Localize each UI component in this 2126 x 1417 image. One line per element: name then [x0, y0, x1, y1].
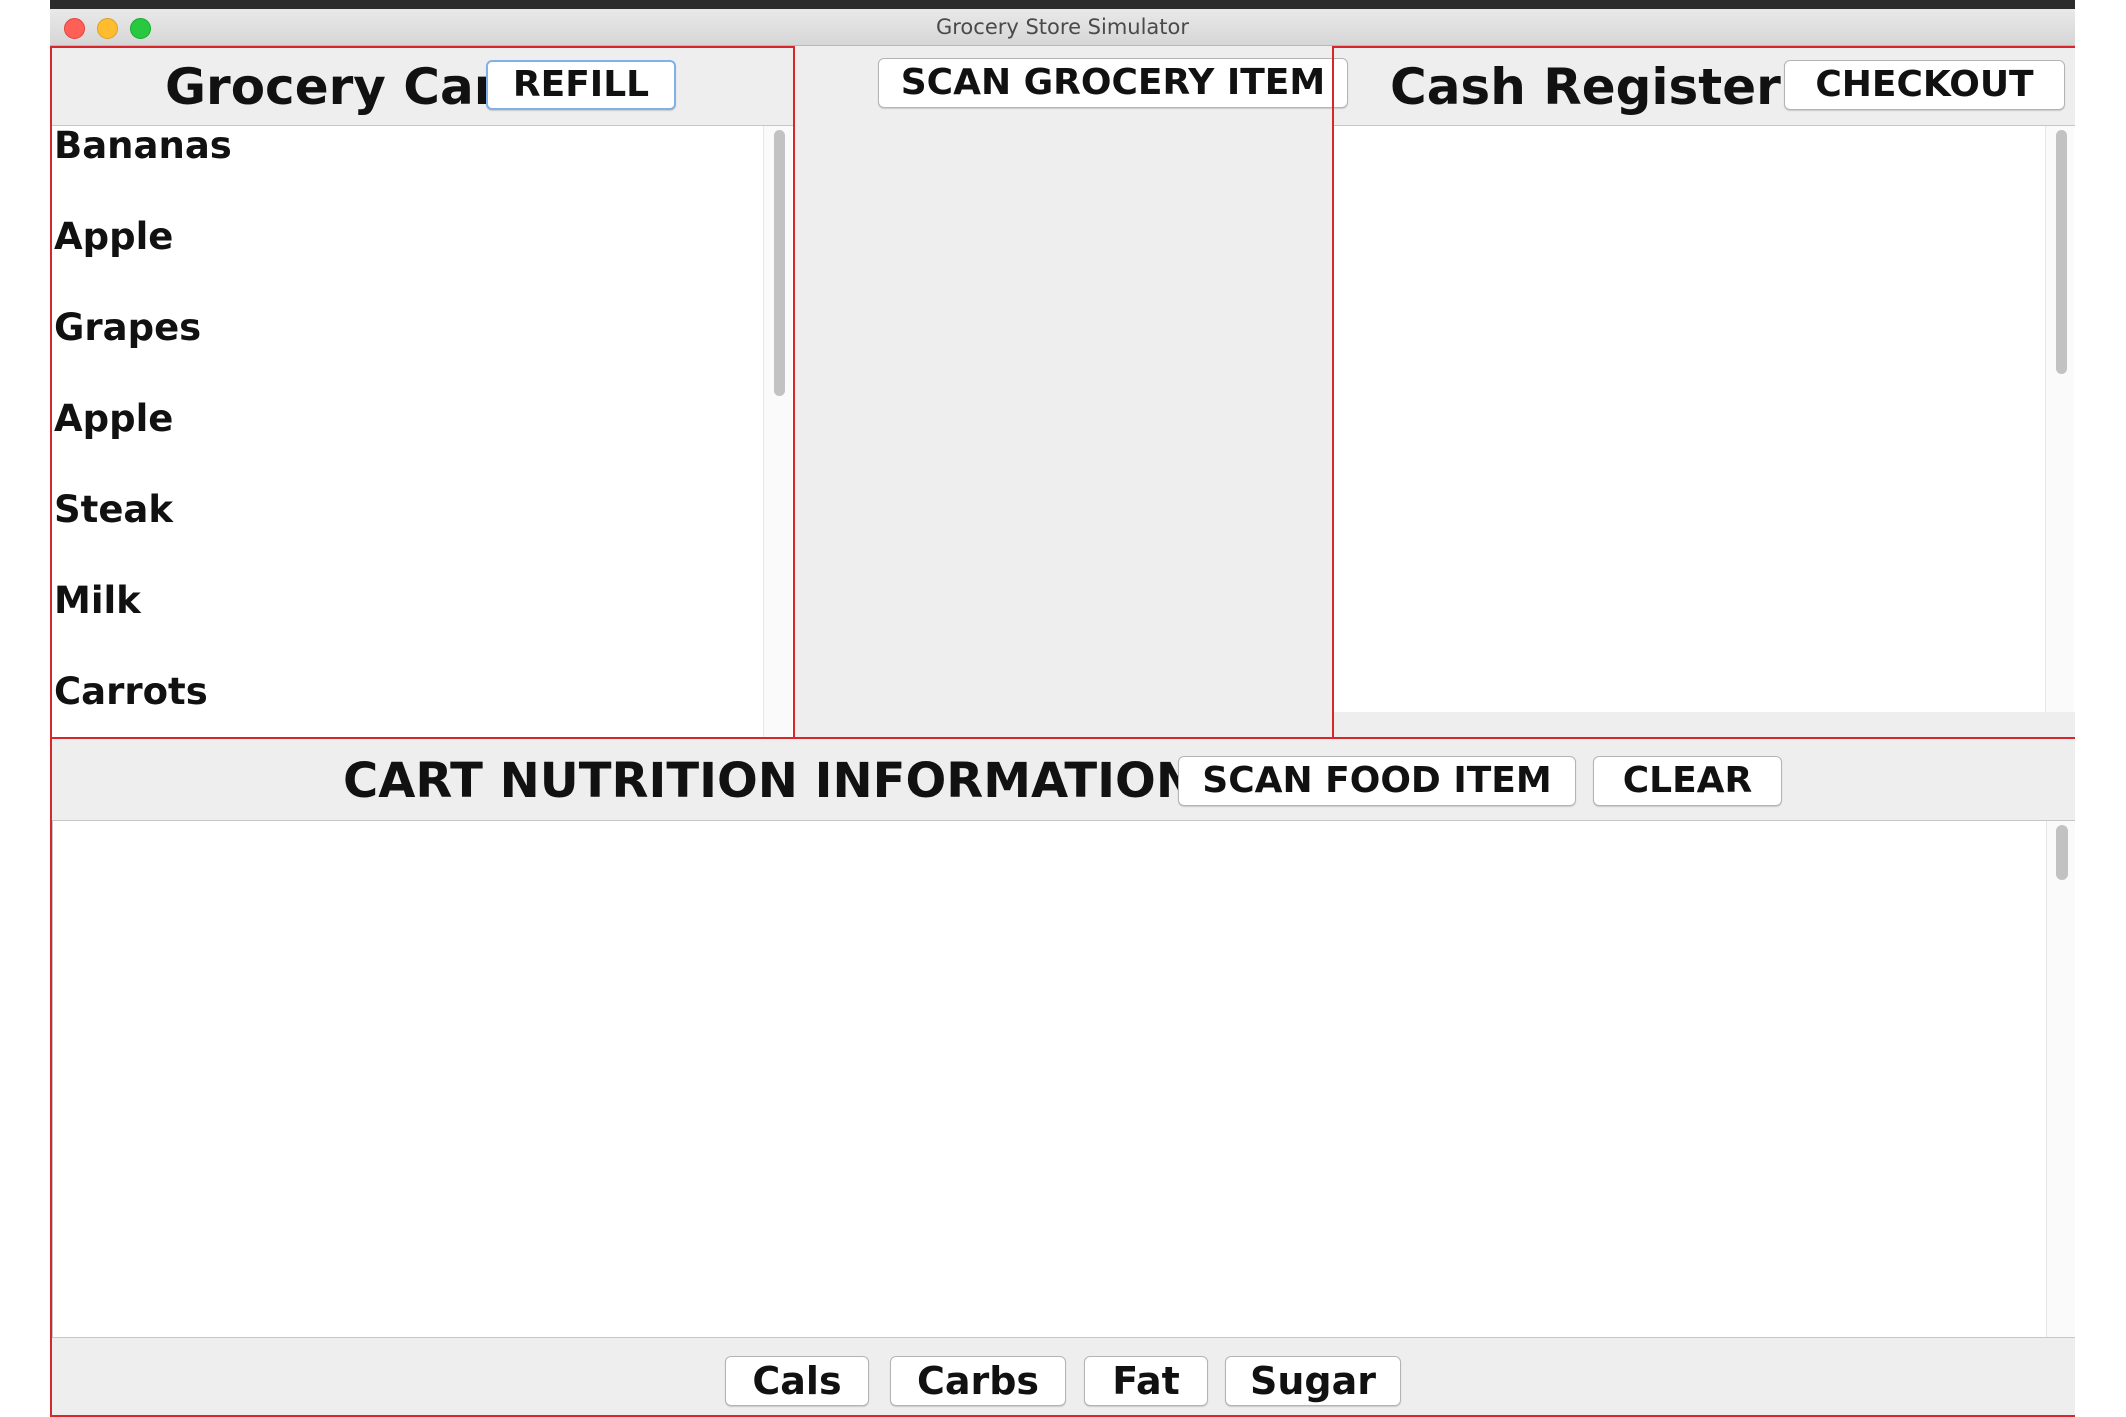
grocery-cart-list[interactable]: Bananas Apple Grapes Apple Steak Milk Carrots: [52, 125, 793, 738]
cart-list-item[interactable]: Carrots: [52, 672, 793, 738]
refill-button[interactable]: REFILL: [486, 60, 676, 110]
checkout-button[interactable]: CHECKOUT: [1784, 60, 2065, 110]
cash-register-receipt[interactable]: [1334, 125, 2075, 712]
nutrition-scrollbar[interactable]: [2046, 821, 2075, 1337]
grocery-cart-scroll-thumb[interactable]: [774, 130, 785, 396]
cart-list-item[interactable]: Grapes: [52, 308, 793, 399]
grocery-cart-items: Bananas Apple Grapes Apple Steak Milk Carrots: [52, 126, 793, 738]
cash-register-scrollbar[interactable]: [2045, 126, 2074, 712]
grocery-cart-header: Grocery Cart REFILL: [52, 48, 793, 124]
cash-register-heading: Cash Register: [1390, 58, 1781, 116]
scan-food-item-button[interactable]: SCAN FOOD ITEM: [1178, 756, 1576, 806]
window-title: Grocery Store Simulator: [935, 15, 1190, 39]
nutrition-sort-bar: Cals Carbs Fat Sugar: [52, 1344, 2075, 1415]
grocery-cart-scrollbar[interactable]: [763, 126, 792, 738]
nutrition-heading: CART NUTRITION INFORMATION: [343, 753, 1196, 809]
cart-list-item[interactable]: Steak: [52, 490, 793, 581]
grocery-cart-heading: Grocery Cart: [165, 58, 523, 116]
cash-register-scroll-thumb[interactable]: [2056, 130, 2067, 374]
sort-cals-button[interactable]: Cals: [725, 1356, 869, 1406]
nutrition-scroll-thumb[interactable]: [2056, 825, 2068, 880]
clear-button[interactable]: CLEAR: [1593, 756, 1782, 806]
sort-sugar-button[interactable]: Sugar: [1225, 1356, 1401, 1406]
cart-list-item[interactable]: Apple: [52, 399, 793, 490]
cart-list-item[interactable]: Milk: [52, 581, 793, 672]
scanner-area: SCAN GROCERY ITEM: [795, 46, 1382, 739]
sort-carbs-button[interactable]: Carbs: [890, 1356, 1066, 1406]
sort-fat-button[interactable]: Fat: [1084, 1356, 1208, 1406]
cash-register-panel: Cash Register CHECKOUT: [1332, 46, 2075, 739]
scan-grocery-item-button[interactable]: SCAN GROCERY ITEM: [878, 58, 1348, 108]
menu-bar-edge: [50, 0, 2075, 9]
title-bar[interactable]: Grocery Store Simulator: [50, 9, 2075, 46]
nutrition-info-text-area[interactable]: [52, 820, 2075, 1338]
grocery-cart-panel: Grocery Cart REFILL Bananas Apple Grapes Ap…: [50, 46, 795, 739]
app-window: Grocery Store Simulator Grocery Cart REF…: [50, 0, 2075, 1417]
cart-list-item[interactable]: Apple: [52, 217, 793, 308]
cart-list-item[interactable]: Bananas: [52, 126, 793, 217]
nutrition-panel: CART NUTRITION INFORMATION SCAN FOOD ITE…: [50, 737, 2075, 1417]
cash-register-header: Cash Register CHECKOUT: [1334, 48, 2075, 124]
